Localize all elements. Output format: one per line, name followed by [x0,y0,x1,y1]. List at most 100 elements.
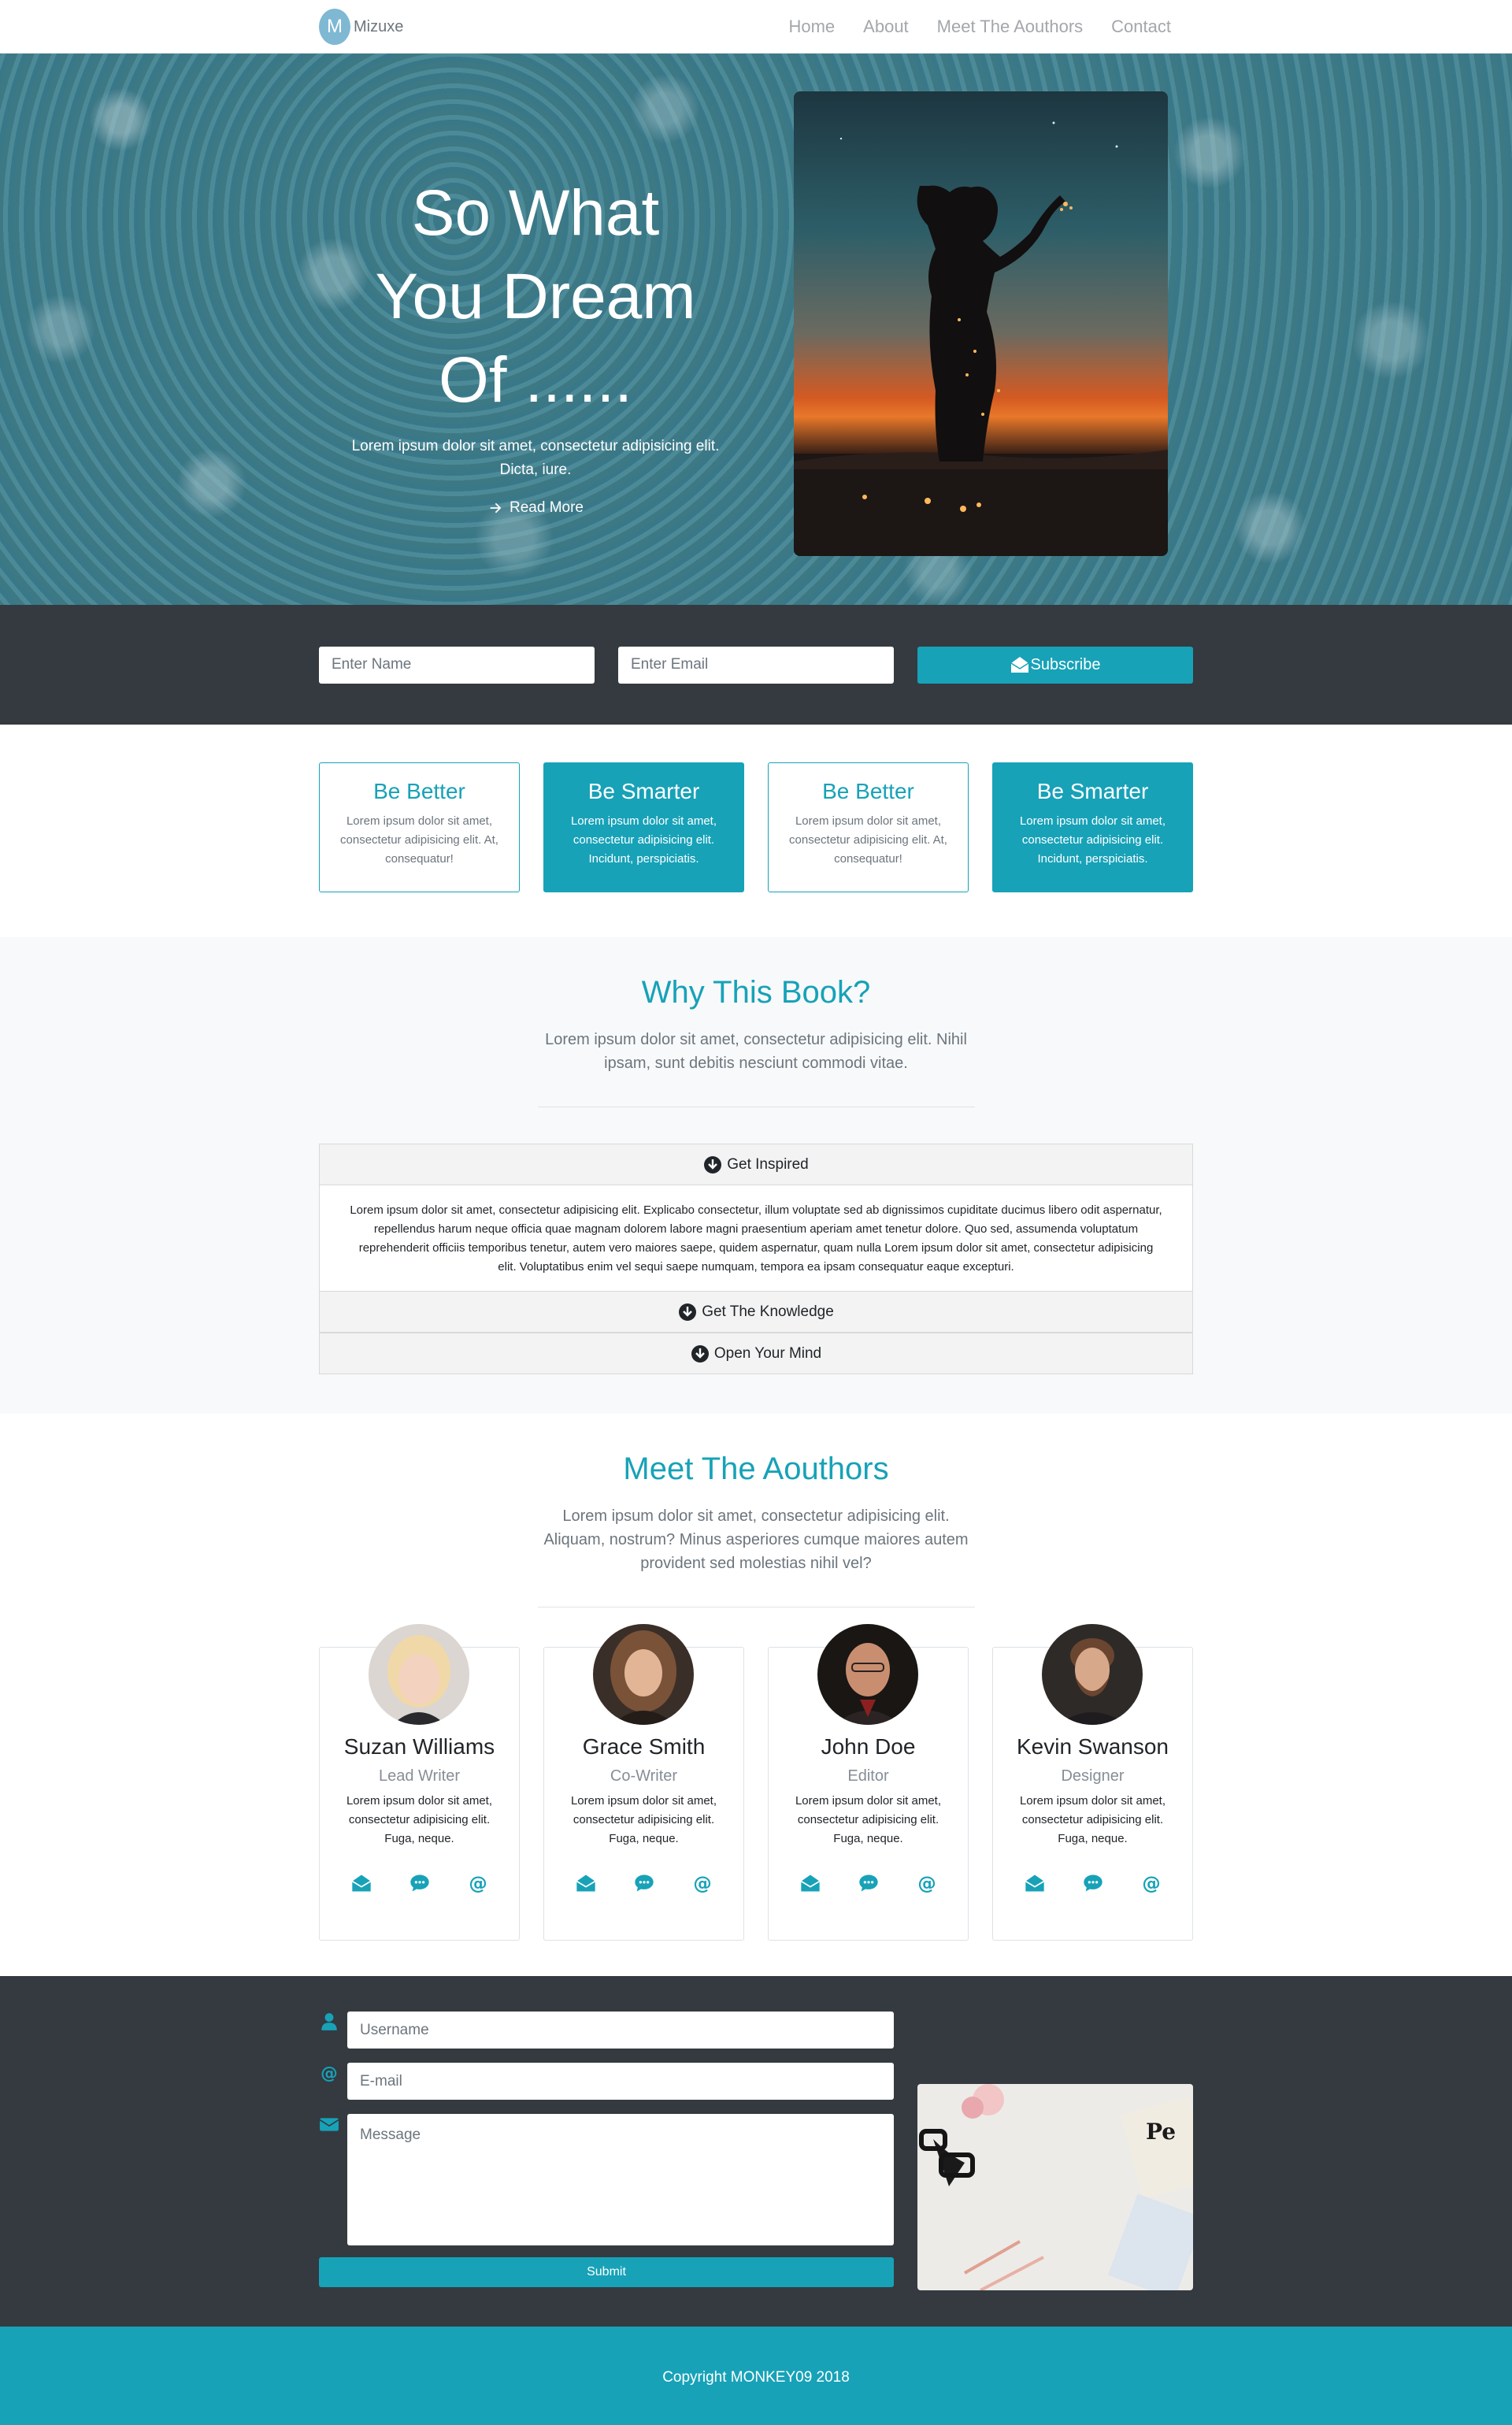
feature-card: Be Better Lorem ipsum dolor sit amet, co… [319,762,520,892]
subscribe-email-input[interactable]: Enter Email [618,646,894,684]
contact-section: Username @ E-mail Message Submit Pe [0,1976,1512,2327]
accordion-label: Get Inspired [727,1155,809,1173]
nav-link-contact[interactable]: Contact [1111,17,1171,37]
accordion: Get Inspired Lorem ipsum dolor sit amet,… [319,1144,1193,1374]
user-icon [321,2013,337,2030]
hero-title: So What You Dream Of ...... [375,177,696,416]
subscribe-button-label: Subscribe [1030,655,1101,673]
why-book-section: Why This Book? Lorem ipsum dolor sit ame… [0,937,1512,1414]
at-icon: @ [321,2064,338,2083]
authors-section: Meet The Aouthors Lorem ipsum dolor sit … [0,1414,1512,1976]
comment-dots-icon[interactable] [858,1872,880,1894]
accordion-body: Lorem ipsum dolor sit amet, consectetur … [319,1185,1193,1291]
nav-link-home[interactable]: Home [788,17,835,37]
email-input[interactable]: E-mail [347,2063,894,2100]
envelope-open-icon[interactable] [1024,1872,1046,1894]
brand-logo[interactable]: M [319,9,350,45]
author-role: Lead Writer [378,1767,460,1785]
at-icon[interactable]: @ [691,1872,713,1894]
author-social-links: @ [993,1872,1192,1894]
author-social-links: @ [544,1872,743,1894]
hero-image-silhouette [794,91,1168,556]
comment-dots-icon[interactable] [409,1872,431,1894]
arrow-circle-down-icon [679,1303,697,1321]
form-row-message: Message [319,2114,894,2245]
svg-text:@: @ [469,1872,487,1894]
at-icon[interactable]: @ [1140,1872,1162,1894]
feature-title: Be Better [822,779,914,803]
why-book-lead: Lorem ipsum dolor sit amet, consectetur … [545,1031,967,1072]
envelope-open-icon[interactable] [350,1872,372,1894]
submit-button[interactable]: Submit [319,2257,894,2287]
feature-card: Be Better Lorem ipsum dolor sit amet, co… [768,762,969,892]
author-name: John Doe [821,1734,916,1759]
author-bio: Lorem ipsum dolor sit amet, consectetur … [570,1794,717,1845]
author-row: Suzan Williams Lead Writer Lorem ipsum d… [319,1624,1193,1941]
why-book-title: Why This Book? [641,975,871,1010]
nav-link-about[interactable]: About [863,17,909,37]
feature-text: Lorem ipsum dolor sit amet, consectetur … [1019,814,1166,866]
svg-text:@: @ [917,1872,936,1894]
comment-dots-icon[interactable] [1082,1872,1104,1894]
envelope-open-icon[interactable] [575,1872,597,1894]
feature-title: Be Smarter [587,779,700,803]
copyright-text: Copyright MONKEY09 2018 [662,2368,850,2386]
svg-text:@: @ [1142,1872,1160,1894]
avatar [593,1624,694,1725]
accordion-header-open-mind[interactable]: Open Your Mind [319,1333,1193,1374]
feature-title: Be Smarter [1036,779,1149,803]
form-row-username: Username [319,2012,894,2049]
accordion-header-get-knowledge[interactable]: Get The Knowledge [319,1291,1193,1333]
comment-dots-icon[interactable] [633,1872,655,1894]
feature-text: Lorem ipsum dolor sit amet, consectetur … [340,814,498,866]
feature-title: Be Better [373,779,465,803]
author-card: John Doe Editor Lorem ipsum dolor sit am… [768,1624,969,1941]
feature-card: Be Smarter Lorem ipsum dolor sit amet, c… [543,762,744,892]
features-section: Be Better Lorem ipsum dolor sit amet, co… [0,725,1512,937]
subscribe-name-input[interactable]: Enter Name [319,646,595,684]
author-role: Designer [1061,1767,1125,1785]
arrow-circle-down-icon [691,1344,709,1363]
feature-text: Lorem ipsum dolor sit amet, consectetur … [570,814,717,866]
envelope-icon [319,2118,339,2131]
author-card: Kevin Swanson Designer Lorem ipsum dolor… [992,1624,1193,1941]
arrow-right-icon [490,502,502,514]
author-bio: Lorem ipsum dolor sit amet, consectetur … [1019,1794,1166,1845]
avatar [1042,1624,1143,1725]
envelope-open-icon [1010,657,1028,673]
author-bio: Lorem ipsum dolor sit amet, consectetur … [346,1794,493,1845]
authors-title: Meet The Aouthors [623,1452,889,1486]
author-social-links: @ [769,1872,968,1894]
at-icon[interactable]: @ [916,1872,938,1894]
read-more-link[interactable]: Read More [487,499,584,517]
at-icon[interactable]: @ [467,1872,489,1894]
envelope-open-icon[interactable] [799,1872,821,1894]
author-name: Suzan Williams [343,1734,495,1759]
subscribe-button[interactable]: Subscribe [917,646,1193,684]
footer: Copyright MONKEY09 2018 [0,2327,1512,2425]
brand[interactable]: M Mizuxe [319,9,403,45]
feature-card: Be Smarter Lorem ipsum dolor sit amet, c… [992,762,1193,892]
accordion-header-get-inspired[interactable]: Get Inspired [319,1144,1193,1185]
brand-name[interactable]: Mizuxe [354,18,403,36]
avatar [369,1624,469,1725]
author-name: Grace Smith [582,1734,706,1759]
author-card: Grace Smith Co-Writer Lorem ipsum dolor … [543,1624,744,1941]
feature-text: Lorem ipsum dolor sit amet, consectetur … [789,814,947,866]
author-role: Editor [847,1767,889,1785]
nav-links: Home About Meet The Aouthors Contact [788,17,1171,37]
avatar [817,1624,918,1725]
accordion-label: Get The Knowledge [702,1303,834,1320]
hero-subtitle: Lorem ipsum dolor sit amet, consectetur … [351,438,720,478]
username-input[interactable]: Username [347,2012,894,2049]
arrow-circle-down-icon [704,1155,722,1174]
svg-text:@: @ [321,2064,338,2083]
authors-lead: Lorem ipsum dolor sit amet, consectetur … [543,1507,969,1572]
svg-text:@: @ [693,1872,711,1894]
message-textarea[interactable]: Message [347,2114,894,2245]
author-role: Co-Writer [610,1767,678,1785]
subscribe-section: Enter Name Enter Email Subscribe [0,605,1512,725]
accordion-label: Open Your Mind [713,1344,822,1362]
read-more-label: Read More [510,499,584,516]
nav-link-authors[interactable]: Meet The Aouthors [937,17,1084,37]
